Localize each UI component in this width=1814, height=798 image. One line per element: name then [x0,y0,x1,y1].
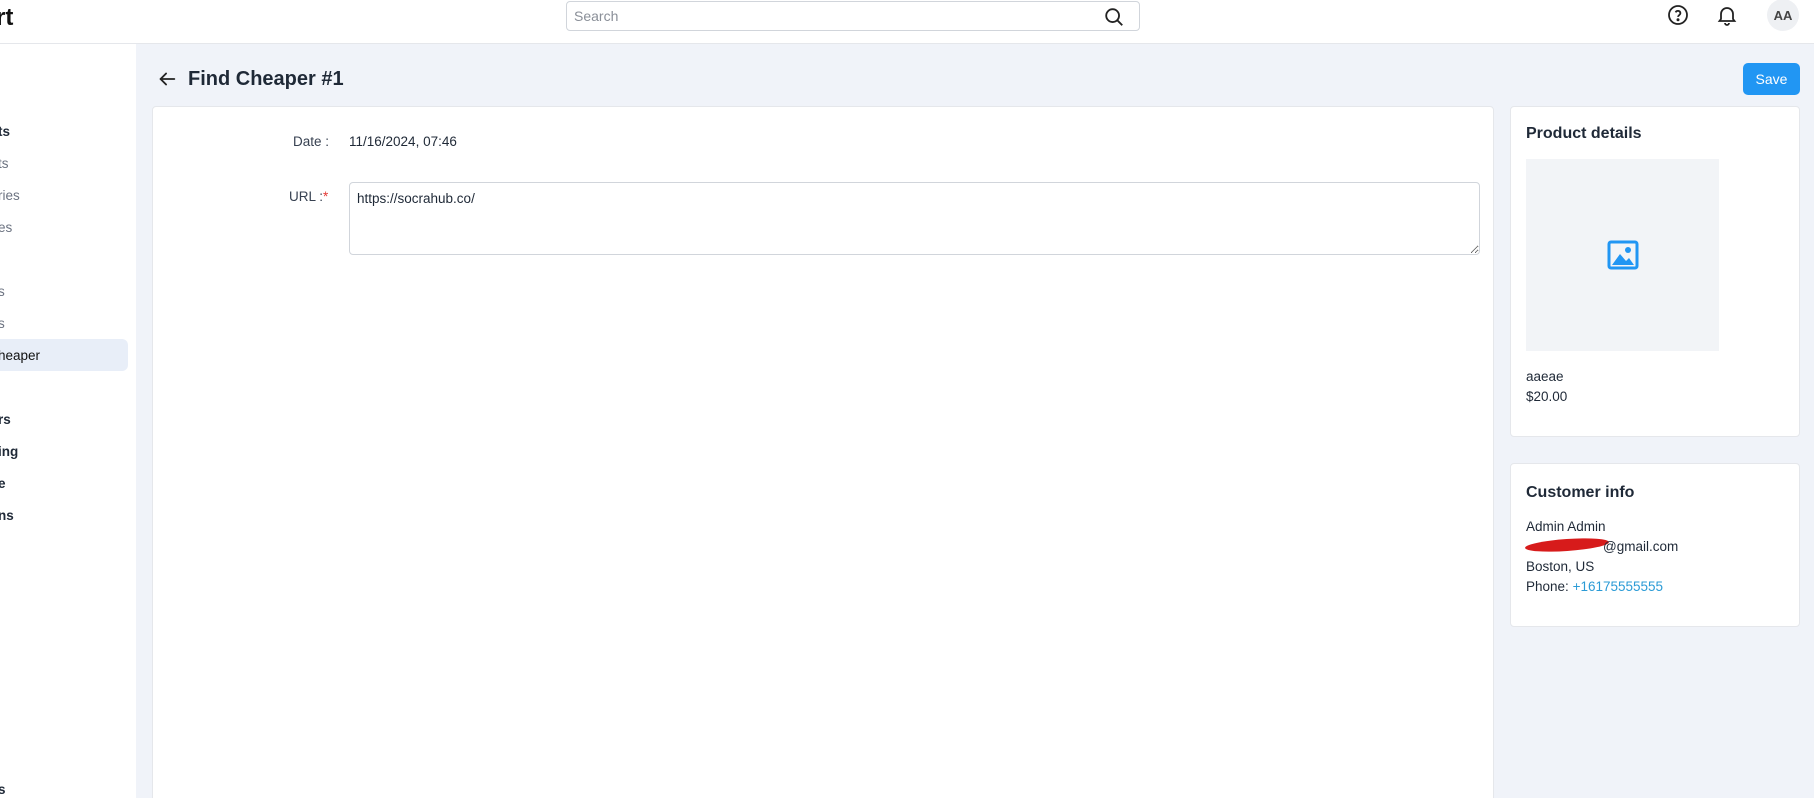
sidebar-item-label: e [0,475,6,491]
customer-location: Boston, US [1526,559,1595,574]
product-details-card: Product details aaeae $20.00 [1510,106,1800,437]
customer-info-title: Customer info [1526,484,1635,501]
customer-info-card: Customer info Admin Admin @gmail.com Bos… [1510,463,1800,627]
sidebar-item-label: s [0,283,5,299]
customer-name-link[interactable]: Admin Admin [1526,519,1606,534]
sidebar-item-group-4[interactable]: e [0,467,128,499]
product-details-title: Product details [1526,125,1642,142]
url-field[interactable]: https://socrahub.co/ [349,182,1480,255]
sidebar-item-label: ries [0,187,20,203]
sidebar-item-group-1[interactable]: ts [0,115,128,147]
phone-link[interactable]: +16175555555 [1573,579,1663,594]
sidebar-item-label: s [0,315,5,331]
sidebar-item-sub-1[interactable]: ts [0,147,128,179]
sidebar-item-sub-4[interactable]: s [0,275,128,307]
product-price: $20.00 [1526,389,1568,404]
email-redaction-mark [1524,536,1610,554]
customer-phone: Phone: +16175555555 [1526,579,1663,594]
search-input[interactable] [567,2,1087,30]
sidebar-item-group-3[interactable]: ing [0,435,128,467]
product-name-link[interactable]: aaeae [1526,369,1564,384]
sidebar-item-sub-5[interactable]: s [0,307,128,339]
sidebar-item-label: ts [0,123,11,139]
sidebar: ts ts ries es s s heaper rs ing e ns s [0,44,136,798]
sidebar-item-label: ns [0,507,14,523]
phone-label: Phone: [1526,579,1569,594]
sidebar-item-sub-3[interactable]: es [0,211,128,243]
sidebar-item-group-5[interactable]: ns [0,499,128,531]
image-icon [1607,240,1638,270]
sidebar-item-label: rs [0,411,11,427]
user-avatar[interactable]: AA [1767,0,1799,31]
sidebar-item-find-cheaper[interactable]: heaper [0,339,128,371]
sidebar-item-label: ing [0,443,19,459]
search-box [566,1,1140,31]
back-arrow-icon[interactable] [156,68,178,90]
page-title: Find Cheaper #1 [188,68,344,90]
help-icon[interactable] [1666,3,1690,27]
app-brand[interactable]: rt [0,4,13,32]
top-bar: rt AA [0,0,1814,44]
date-value: 11/16/2024, 07:46 [349,134,457,149]
required-marker: * [323,189,329,204]
url-label-text: URL : [289,189,324,204]
url-label: URL :* [289,189,328,204]
sidebar-item-label: heaper [0,347,41,363]
sidebar-item-label: s [0,781,6,797]
sidebar-item-group-6[interactable]: s [0,773,128,798]
bell-icon[interactable] [1715,3,1739,27]
sidebar-item-label: ts [0,155,9,171]
product-image-placeholder [1526,159,1719,351]
search-icon[interactable] [1103,6,1125,28]
sidebar-item-sub-2[interactable]: ries [0,179,128,211]
find-cheaper-form-card: Date : 11/16/2024, 07:46 URL :* https://… [152,106,1494,798]
sidebar-item-group-2[interactable]: rs [0,403,128,435]
sidebar-item-label: es [0,219,13,235]
customer-email-link[interactable]: @gmail.com [1603,539,1678,554]
date-label: Date : [293,134,330,149]
save-button[interactable]: Save [1743,63,1800,95]
